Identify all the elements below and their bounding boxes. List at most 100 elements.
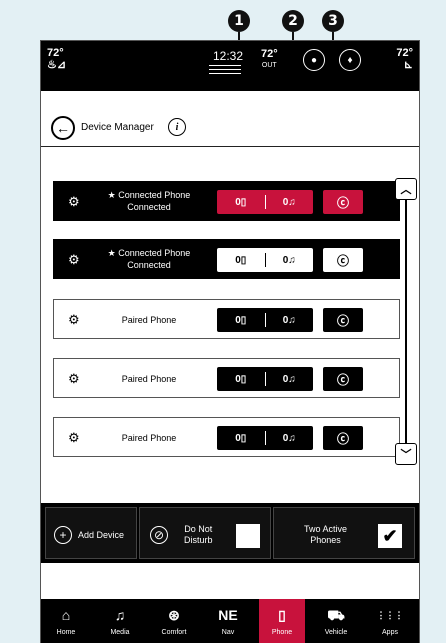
callout-3: 3 xyxy=(322,10,344,32)
device-name: ★ Connected Phone Connected xyxy=(107,248,191,270)
two-active-phones-toggle[interactable]: Two Active Phones ✔ xyxy=(273,507,415,559)
carplay-icon: ⓒ xyxy=(336,313,349,328)
divider xyxy=(209,65,241,66)
back-arrow-icon: ← xyxy=(56,120,70,136)
two-active-phones-checkbox[interactable]: ✔ xyxy=(378,524,402,548)
phone-options-bar: + Add Device ⊘ Do Not Disturb Two Active… xyxy=(41,503,419,563)
do-not-disturb-label: Do Not Disturb xyxy=(184,524,213,545)
media-status-icon: 0♫ xyxy=(282,254,296,266)
nav-label: Media xyxy=(110,628,130,636)
do-not-disturb-toggle[interactable]: ⊘ Do Not Disturb xyxy=(139,507,271,559)
chevron-down-icon: ﹀ xyxy=(400,449,412,461)
status-bar: 72° ♨⊿ 12:32 72° OUT ● ♦ 72° ⊾ xyxy=(41,41,419,91)
car-icon: ⛟ xyxy=(327,606,345,623)
nav-label: Home xyxy=(56,628,76,636)
gear-icon[interactable]: ⚙ xyxy=(68,371,80,387)
phone-status-icon: 0▯ xyxy=(235,432,247,444)
carplay-icon: ⓒ xyxy=(336,431,349,446)
gear-icon[interactable]: ⚙ xyxy=(68,312,80,328)
carplay-icon: ⓒ xyxy=(336,253,349,268)
gear-icon[interactable]: ⚙ xyxy=(68,430,80,446)
device-option-button[interactable]: ⓒ xyxy=(323,248,363,272)
nav-media[interactable]: ♫ Media xyxy=(97,599,143,643)
scroll-up-button[interactable]: ︿ xyxy=(395,178,417,200)
nav-apps[interactable]: ⋮⋮⋮ Apps xyxy=(367,599,413,643)
nav-label: Vehicle xyxy=(324,628,348,636)
media-status-icon: 0♫ xyxy=(282,196,296,208)
media-status-icon: 0♫ xyxy=(282,314,296,326)
device-row[interactable]: ⚙ ★ Connected Phone Connected 0▯ 0♫ ⓒ xyxy=(53,239,400,279)
callout-2: 2 xyxy=(282,10,304,32)
plus-icon: + xyxy=(54,526,72,544)
bottom-nav: ⌂ Home ♫ Media ⊛ Comfort NE Nav ▯ Phone … xyxy=(41,599,419,643)
seat-icon: ⊾ xyxy=(403,59,413,71)
scroll-down-button[interactable]: ﹀ xyxy=(395,443,417,465)
nav-home[interactable]: ⌂ Home xyxy=(43,599,89,643)
nav-label: Comfort xyxy=(161,628,187,636)
media-status-icon: 0♫ xyxy=(282,432,296,444)
carplay-icon: ⓒ xyxy=(336,195,349,210)
add-device-label: Add Device xyxy=(78,530,125,540)
back-button[interactable]: ← xyxy=(51,116,75,140)
home-icon: ⌂ xyxy=(61,606,71,623)
chevron-up-icon: ︿ xyxy=(400,184,412,196)
outside-temp-label: OUT xyxy=(261,62,277,69)
info-icon: i xyxy=(175,121,179,133)
device-status-button[interactable]: 0▯ 0♫ xyxy=(217,308,313,332)
microphone-icon[interactable]: ♦ xyxy=(339,49,361,71)
seat-heat-icon: ♨⊿ xyxy=(47,59,67,71)
music-note-icon: ♫ xyxy=(114,606,126,623)
outside-temp-value: 72° xyxy=(261,48,278,60)
compass-icon: NE xyxy=(218,606,238,623)
device-option-button[interactable]: ⓒ xyxy=(323,308,363,332)
info-button[interactable]: i xyxy=(168,118,186,136)
scrollbar-track[interactable] xyxy=(405,189,407,459)
device-status-button[interactable]: 0▯ 0♫ xyxy=(217,248,313,272)
divider xyxy=(209,69,241,70)
driver-climate[interactable]: 72° ♨⊿ xyxy=(47,47,66,71)
nav-phone[interactable]: ▯ Phone xyxy=(259,599,305,643)
device-name: Paired Phone xyxy=(121,315,177,325)
nav-vehicle[interactable]: ⛟ Vehicle xyxy=(313,599,359,643)
media-status-icon: 0♫ xyxy=(282,373,296,385)
phone-icon: ▯ xyxy=(278,606,286,623)
climate-icon: ⊛ xyxy=(168,606,180,623)
divider xyxy=(209,73,241,74)
nav-nav[interactable]: NE Nav xyxy=(205,599,251,643)
profile-icon[interactable]: ● xyxy=(303,49,325,71)
nav-label: Nav xyxy=(221,628,235,636)
driver-temp: 72° xyxy=(47,47,64,59)
device-status-button[interactable]: 0▯ 0♫ xyxy=(217,426,313,450)
device-row[interactable]: ⚙ Paired Phone 0▯ 0♫ ⓒ xyxy=(53,299,400,339)
phone-status-icon: 0▯ xyxy=(235,373,247,385)
passenger-climate[interactable]: 72° ⊾ xyxy=(396,47,413,71)
device-option-button[interactable]: ⓒ xyxy=(323,190,363,214)
carplay-icon: ⓒ xyxy=(336,372,349,387)
gear-icon[interactable]: ⚙ xyxy=(68,252,80,268)
clock: 12:32 xyxy=(213,49,244,63)
two-active-phones-label: Two Active Phones xyxy=(304,524,348,545)
callout-1: 1 xyxy=(228,10,250,32)
nav-comfort[interactable]: ⊛ Comfort xyxy=(151,599,197,643)
device-row[interactable]: ⚙ ★ Connected Phone Connected 0▯ 0♫ ⓒ xyxy=(53,181,400,221)
do-not-disturb-checkbox[interactable] xyxy=(236,524,260,548)
apps-grid-icon: ⋮⋮⋮ xyxy=(376,609,404,620)
device-status-button[interactable]: 0▯ 0♫ xyxy=(217,367,313,391)
phone-status-icon: 0▯ xyxy=(235,314,247,326)
device-option-button[interactable]: ⓒ xyxy=(323,367,363,391)
device-name: Paired Phone xyxy=(121,374,177,384)
passenger-temp: 72° xyxy=(396,47,413,59)
device-row[interactable]: ⚙ Paired Phone 0▯ 0♫ ⓒ xyxy=(53,358,400,398)
device-row[interactable]: ⚙ Paired Phone 0▯ 0♫ ⓒ xyxy=(53,417,400,457)
gear-icon[interactable]: ⚙ xyxy=(68,194,80,210)
page-title: Device Manager xyxy=(81,122,154,133)
outside-temp: 72° OUT xyxy=(261,49,278,71)
device-name: ★ Connected Phone Connected xyxy=(107,190,191,212)
device-name: Paired Phone xyxy=(121,433,177,443)
nav-label: Apps xyxy=(382,628,398,636)
device-status-button[interactable]: 0▯ 0♫ xyxy=(217,190,313,214)
device-option-button[interactable]: ⓒ xyxy=(323,426,363,450)
head-unit-screen: 72° ♨⊿ 12:32 72° OUT ● ♦ 72° ⊾ ← Device … xyxy=(40,40,420,643)
add-device-button[interactable]: + Add Device xyxy=(45,507,137,559)
page-header: ← Device Manager i xyxy=(41,113,419,147)
